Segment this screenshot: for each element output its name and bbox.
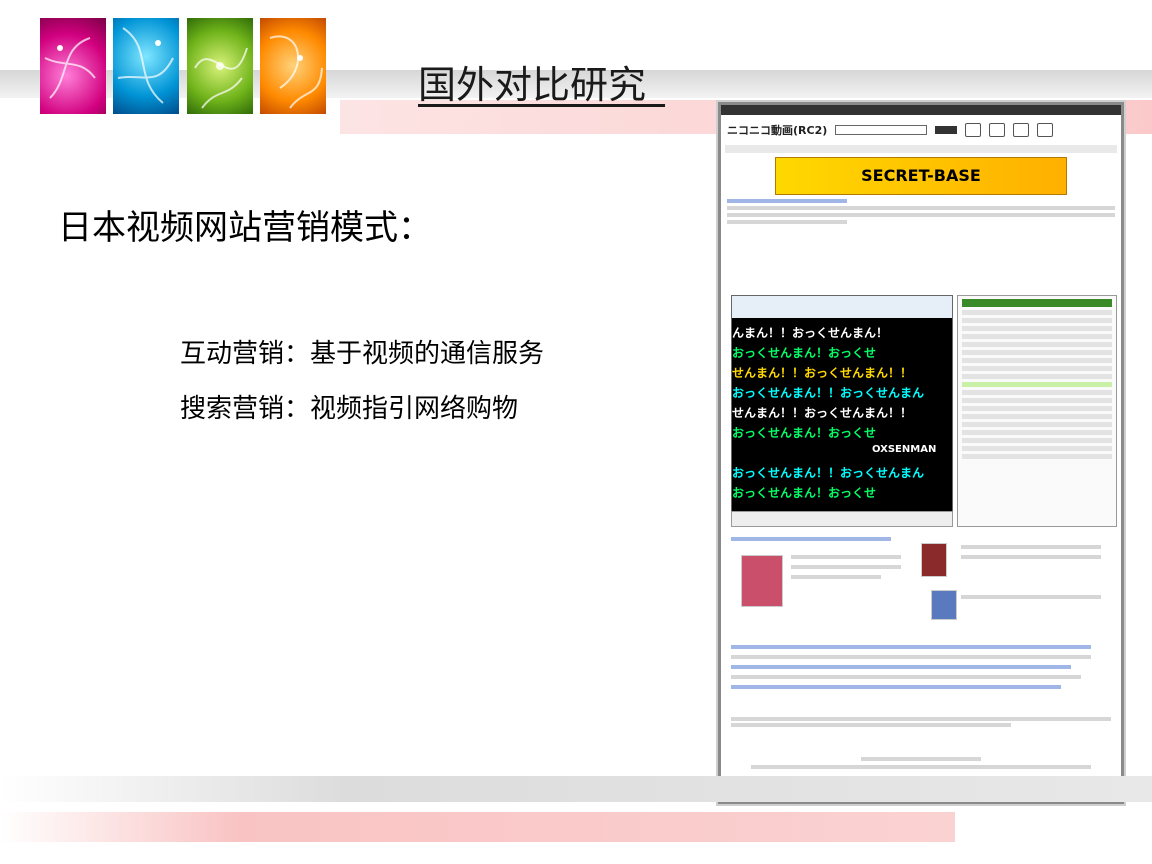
- comment-panel-tab: [962, 299, 1112, 307]
- comment-row: [962, 374, 1112, 379]
- bottom-grey-bar: [0, 776, 1152, 802]
- text-line: [861, 757, 981, 761]
- text-line: [727, 213, 1115, 217]
- nav-icon: [989, 123, 1006, 137]
- danmaku-comment: せんまん！！おっくせんまん！！: [732, 366, 913, 380]
- comment-row: [962, 342, 1112, 347]
- text-line: [731, 675, 1081, 679]
- product-image: [921, 543, 947, 577]
- text-line: [961, 545, 1101, 549]
- floral-green-tile: [187, 18, 253, 114]
- text-line: [731, 723, 1011, 727]
- bullet-interactive-marketing: 互动营销：基于视频的通信服务: [180, 339, 545, 369]
- comment-row: [962, 390, 1112, 395]
- video-player-header: [732, 296, 952, 318]
- text-line: [961, 555, 1101, 559]
- comment-row: [962, 438, 1112, 443]
- nav-icon: [1037, 123, 1054, 137]
- related-products: [731, 535, 1111, 705]
- danmaku-comment: んまん！！おっくせんまん！: [732, 326, 889, 340]
- comment-row: [962, 318, 1112, 323]
- screenshot-nav-bar: [725, 145, 1117, 153]
- nav-icon: [1013, 123, 1030, 137]
- danmaku-comment: おっくせんまん！！おっくせんまん: [732, 386, 925, 400]
- comment-row: [962, 358, 1112, 363]
- bullet-search-marketing: 搜索营销：视频指引网络购物: [180, 394, 519, 424]
- floral-orange-tile: [260, 18, 326, 114]
- comment-row: [962, 366, 1112, 371]
- swirl-icon: [269, 35, 323, 109]
- site-search-button: [935, 126, 958, 134]
- comment-row: [962, 406, 1112, 411]
- nicovideo-screenshot: ニコニコ動画(RC2) SECRET-BASE んまん！！おっくせんまん！ おっ…: [718, 102, 1124, 804]
- screenshot-header: ニコニコ動画(RC2): [721, 115, 1121, 145]
- site-search-input: [835, 125, 928, 135]
- swirl-icon: [117, 27, 174, 104]
- text-line: [731, 717, 1111, 721]
- danmaku-comment: せんまん！！おっくせんまん！！: [732, 406, 913, 420]
- comment-row: [962, 334, 1112, 339]
- danmaku-comment: おっくせんまん！おっくせ: [732, 426, 877, 440]
- comment-row: [962, 430, 1112, 435]
- danmaku-comment: おっくせんまん！おっくせ: [732, 486, 877, 500]
- text-line: [791, 565, 901, 569]
- player-controls: [731, 511, 953, 527]
- product-image: [741, 555, 783, 607]
- slide-title: 国外对比研究_: [418, 63, 666, 107]
- text-line: [791, 575, 881, 579]
- text-line: [727, 220, 847, 224]
- comment-row-highlighted: [962, 382, 1112, 387]
- swirl-icon: [44, 37, 96, 99]
- comment-row: [962, 310, 1112, 315]
- text-line: [731, 685, 1061, 689]
- comment-row: [962, 414, 1112, 419]
- text-line: [731, 655, 1091, 659]
- danmaku-comment: OXSENMAN: [872, 444, 937, 455]
- slide-heading: 日本视频网站营销模式：: [58, 208, 432, 248]
- comment-list-panel: [957, 295, 1117, 527]
- nav-icon: [965, 123, 982, 137]
- text-line: [731, 645, 1091, 649]
- text-line: [727, 199, 847, 203]
- site-logo: ニコニコ動画(RC2): [727, 124, 828, 137]
- comment-row: [962, 454, 1112, 459]
- text-line: [727, 206, 1115, 210]
- swirl-icon: [194, 47, 248, 109]
- screenshot-footer: [731, 715, 1111, 771]
- comment-row: [962, 422, 1112, 427]
- text-line: [961, 595, 1101, 599]
- screenshot-status-bar: [721, 105, 1121, 115]
- comment-row: [962, 326, 1112, 331]
- comment-row: [962, 398, 1112, 403]
- danmaku-comment: おっくせんまん！おっくせ: [732, 346, 877, 360]
- floral-pink-tile: [40, 18, 106, 114]
- danmaku-comment: おっくせんまん！！おっくせんまん: [732, 466, 925, 480]
- video-player: んまん！！おっくせんまん！ おっくせんまん！おっくせ せんまん！！おっくせんまん…: [731, 295, 953, 512]
- text-line: [791, 555, 901, 559]
- product-image: [931, 590, 957, 620]
- bottom-pink-bar: [0, 812, 955, 842]
- comment-row: [962, 446, 1112, 451]
- text-line: [731, 665, 1071, 669]
- comment-row: [962, 350, 1112, 355]
- text-line: [731, 537, 891, 541]
- floral-blue-tile: [113, 18, 179, 114]
- text-line: [751, 765, 1091, 769]
- ad-banner: SECRET-BASE: [775, 157, 1067, 195]
